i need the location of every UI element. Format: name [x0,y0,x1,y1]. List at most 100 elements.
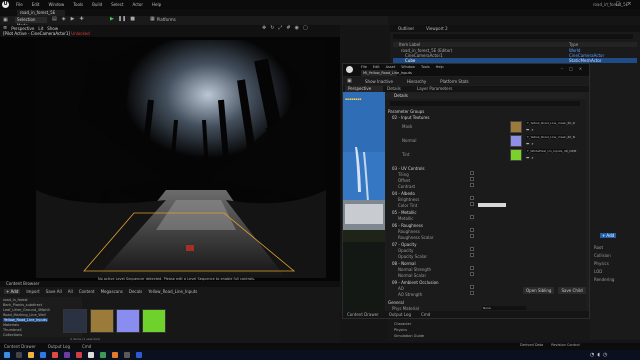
scale-icon[interactable]: ⤢ [278,26,282,31]
move-icon[interactable]: ✥ [262,26,266,31]
component-row[interactable]: Rendering [594,277,614,282]
folder-item-selected[interactable]: Yellow_Road_Line_Inputs [3,318,48,322]
add-actor-icon[interactable]: ✚ [79,17,83,22]
revision-control-button[interactable]: Revision Control [551,343,579,347]
param-checkbox[interactable] [470,171,474,175]
breadcrumb-item[interactable]: Megascans [101,289,123,294]
platforms-button[interactable]: Platforms [157,17,176,22]
wifi-icon[interactable]: ◔ [590,353,594,358]
section-input-textures[interactable]: 02 - Input Textures [386,114,586,120]
content-browser-tab[interactable]: Content Browser [0,281,340,287]
texture-thumbnail[interactable] [510,121,522,133]
component-row[interactable]: Root [594,245,603,250]
me-menu-asset[interactable]: Asset [386,65,396,69]
forest-road-scene[interactable] [36,40,326,278]
menu-window[interactable]: Window [48,2,64,7]
app-icon[interactable] [100,352,106,358]
play-icon[interactable]: ▶ [110,17,114,22]
param-checkbox[interactable] [470,272,474,276]
chrome-icon[interactable] [52,352,58,358]
phys-material-dropdown[interactable]: None [482,306,526,310]
content-icon[interactable]: ▤ [52,17,57,22]
stop-icon[interactable]: ■ [130,17,135,22]
component-row[interactable]: LOD [594,269,602,274]
save-icon[interactable]: ▣ [347,78,352,84]
menu-actor[interactable]: Actor [132,2,143,7]
asset-thumbnail-normal[interactable] [116,309,140,333]
unreal-logo-icon[interactable] [346,66,353,73]
app-icon[interactable] [76,352,82,358]
browse-icon[interactable]: ⬅ [526,141,529,146]
pilot-unlock[interactable]: Unlocked [71,31,89,36]
menu-build[interactable]: Build [92,2,102,7]
camera-speed-icon[interactable]: ◉ [295,26,299,31]
type-header[interactable]: Type [569,42,578,47]
folder-item[interactable]: Thumbnail [3,328,22,332]
breadcrumb-item[interactable]: Yellow_Road_Line_Inputs [148,289,197,294]
tab-details[interactable]: Details [387,86,401,92]
cinematics-icon[interactable]: ▶ [71,17,75,22]
maximize-icon[interactable]: □ [616,1,621,7]
menu-tools[interactable]: Tools [73,2,83,7]
content-drawer-button[interactable]: Content Drawer [4,344,36,349]
item-label-header[interactable]: Item Label [399,42,420,47]
tab-outliner[interactable]: Outliner [398,26,414,31]
tab-layer-parameters[interactable]: Layer Parameters [417,86,452,92]
folder-item[interactable]: Materials [3,323,19,327]
param-checkbox[interactable] [470,266,474,270]
param-checkbox[interactable] [470,228,474,232]
cmd-input[interactable]: Cmd [82,344,91,349]
add-button[interactable]: + Add [4,289,21,294]
param-checkbox[interactable] [470,183,474,187]
color-tint-swatch[interactable] [478,203,506,207]
app-icon[interactable] [136,352,142,358]
add-component-button[interactable]: + Add [600,233,616,238]
import-button[interactable]: Import [26,289,39,294]
minimize-icon[interactable]: – [561,66,563,71]
menu-select[interactable]: Select [111,2,123,7]
app-icon[interactable] [124,352,130,358]
search-asset-icon[interactable]: ⌕ [531,141,533,146]
folder-item[interactable]: Road_Marking_Line_Wall [3,313,46,317]
details-category[interactable]: Character [394,322,411,326]
browse-icon[interactable]: ⬅ [526,155,529,160]
save-child-button[interactable]: Save Child [558,287,586,294]
asset-thumbnail-mask[interactable] [90,309,114,333]
texture-asset-dropdown[interactable]: T_Yellow_Road_Line_mask_4K_N [526,135,575,139]
texture-thumbnail[interactable] [510,149,522,161]
clock-icon[interactable]: ◷ [603,353,607,358]
me-menu-window[interactable]: Window [401,65,415,69]
pause-icon[interactable]: ❚❚ [118,17,126,22]
derived-data-button[interactable]: Derived Data [520,343,543,347]
param-checkbox[interactable] [470,215,474,219]
param-checkbox[interactable] [470,285,474,289]
app-icon[interactable] [112,352,118,358]
save-all-button[interactable]: Save All [46,289,62,294]
param-checkbox[interactable] [470,234,474,238]
unreal-taskbar-icon[interactable] [88,352,94,358]
details-category[interactable]: Physics [394,328,407,332]
menu-help[interactable]: Help [152,2,161,7]
folder-item[interactable]: Leaf_Litter_Ground_4Mphlt [3,308,50,312]
output-log-button[interactable]: Output Log [389,312,411,317]
component-row[interactable]: Physics [594,261,609,266]
unreal-logo-icon[interactable]: U [2,1,9,8]
details-search-input[interactable] [390,101,580,106]
cmd-input[interactable]: Cmd [421,312,430,317]
edge-icon[interactable] [40,352,46,358]
me-menu-edit[interactable]: Edit [373,65,380,69]
start-icon[interactable] [4,352,10,358]
search-asset-icon[interactable]: ⌕ [531,127,533,132]
material-tab[interactable]: MI_Yellow_Road_Line_Inputs [361,70,412,76]
output-log-button[interactable]: Output Log [48,344,70,349]
search-icon[interactable] [16,352,22,358]
details-category[interactable]: Simulation Guide [394,334,424,338]
selection-mode-dropdown[interactable]: Selection Mode [15,17,47,28]
asset-thumbnail-orm[interactable] [142,309,166,333]
app-icon[interactable] [64,352,70,358]
search-asset-icon[interactable]: ⌕ [531,155,533,160]
open-sibling-button[interactable]: Open Sibling [523,287,555,294]
param-checkbox[interactable] [470,247,474,251]
param-checkbox[interactable] [470,196,474,200]
grid-icon[interactable]: # [286,26,290,31]
